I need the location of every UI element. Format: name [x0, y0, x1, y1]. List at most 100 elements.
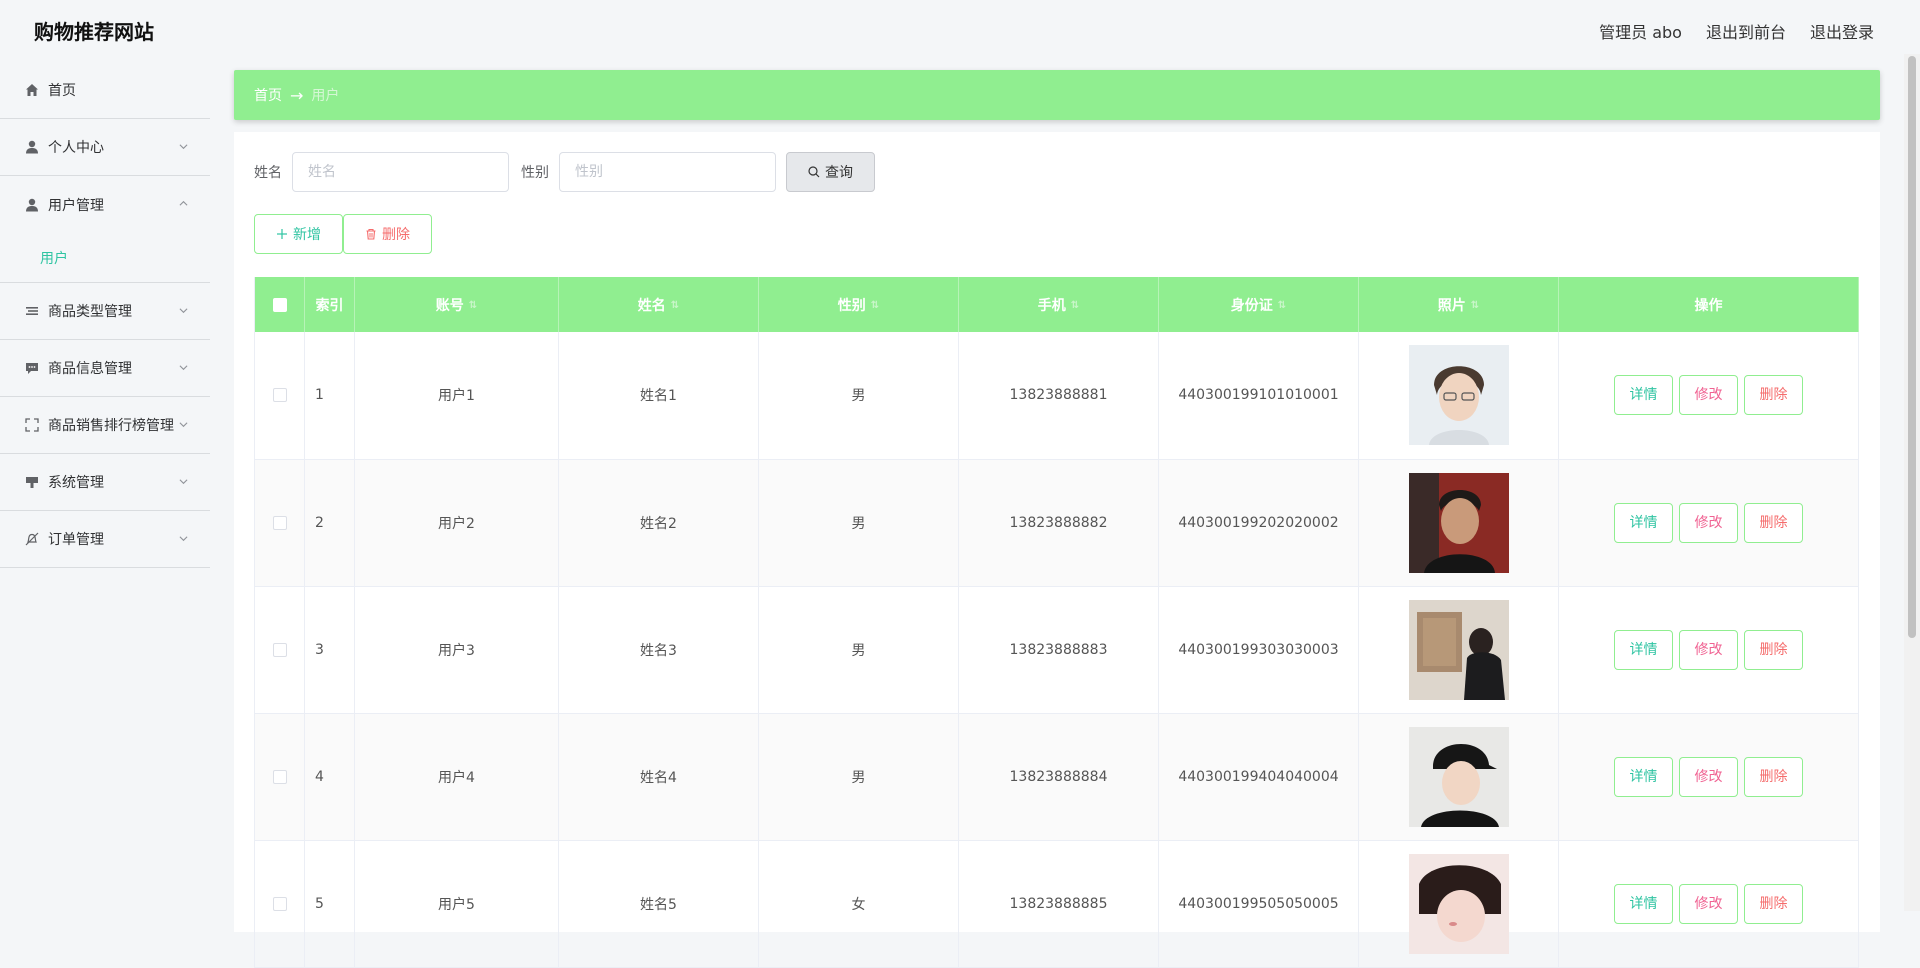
name-search-input[interactable] — [292, 152, 509, 192]
header-name[interactable]: 姓名 ⇅ — [558, 277, 759, 332]
batch-delete-button[interactable]: 删除 — [343, 214, 432, 254]
logout-link[interactable]: 退出登录 — [1810, 19, 1874, 43]
sidebar-item-product-info-management[interactable]: 商品信息管理 — [0, 340, 210, 397]
header-id-card-label: 身份证 — [1230, 297, 1273, 314]
trash-icon — [366, 228, 376, 240]
query-button-label: 查询 — [825, 165, 853, 181]
sidebar-item-label: 订单管理 — [48, 532, 104, 548]
delete-button[interactable]: 删除 — [1744, 756, 1803, 797]
content-panel: 姓名 性别 查询 新增 删除 — [234, 132, 1880, 967]
row-phone: 13823888881 — [958, 332, 1159, 459]
breadcrumb-home[interactable]: 首页 — [254, 85, 282, 105]
delete-button[interactable]: 删除 — [1744, 375, 1803, 416]
breadcrumb-current: 用户 — [311, 88, 340, 104]
scrollbar-thumb[interactable] — [1908, 56, 1916, 638]
site-title: 购物推荐网站 — [34, 20, 154, 44]
row-gender: 男 — [758, 459, 959, 586]
sort-icon[interactable]: ⇅ — [1071, 300, 1079, 311]
chat-icon — [24, 360, 40, 376]
row-checkbox[interactable] — [272, 769, 287, 784]
chevron-down-icon — [179, 365, 188, 371]
row-index: 1 — [304, 332, 355, 459]
row-checkbox[interactable] — [272, 896, 287, 911]
sidebar-item-order-management[interactable]: 订单管理 — [0, 511, 210, 568]
row-index: 5 — [304, 840, 355, 967]
row-account: 用户4 — [354, 713, 559, 840]
sort-icon[interactable]: ⇅ — [671, 300, 679, 311]
sidebar-item-label: 用户管理 — [48, 197, 104, 214]
header-account[interactable]: 账号 ⇅ — [354, 277, 559, 332]
table-header-row: 索引 账号 ⇅ 姓名 ⇅ 性别 ⇅ 手机 ⇅ 身份证 ⇅ 照片 ⇅ 操作 — [254, 277, 1859, 332]
sort-icon[interactable]: ⇅ — [1278, 300, 1286, 311]
fullscreen-icon — [24, 417, 40, 433]
row-phone: 13823888883 — [958, 586, 1159, 713]
sidebar-subitem-users[interactable]: 用户 — [0, 233, 210, 283]
sidebar-item-label: 商品销售排行榜管理 — [48, 418, 174, 434]
add-button[interactable]: 新增 — [254, 214, 343, 254]
edit-button[interactable]: 修改 — [1679, 883, 1738, 924]
breadcrumb-separator: → — [290, 85, 304, 105]
plus-icon — [277, 229, 287, 239]
user-photo[interactable] — [1408, 726, 1509, 827]
edit-button[interactable]: 修改 — [1679, 375, 1738, 416]
sidebar-item-product-type-management[interactable]: 商品类型管理 — [0, 283, 210, 340]
sort-icon[interactable]: ⇅ — [469, 300, 477, 311]
row-account: 用户5 — [354, 840, 559, 967]
gender-search-input[interactable] — [559, 152, 776, 192]
select-all-checkbox[interactable] — [272, 297, 287, 312]
user-photo[interactable] — [1408, 599, 1509, 700]
sidebar-item-personal-center[interactable]: 个人中心 — [0, 119, 210, 176]
row-gender: 女 — [758, 840, 959, 967]
chevron-down-icon — [179, 536, 188, 542]
sidebar-item-label: 个人中心 — [48, 140, 104, 156]
sort-icon[interactable]: ⇅ — [1471, 300, 1479, 311]
stamp-icon — [24, 474, 40, 490]
main-content: 首页 → 用户 姓名 性别 查询 新增 删除 — [234, 70, 1880, 967]
header-photo[interactable]: 照片 ⇅ — [1358, 277, 1559, 332]
detail-button[interactable]: 详情 — [1614, 502, 1673, 543]
delete-button[interactable]: 删除 — [1744, 502, 1803, 543]
user-photo[interactable] — [1408, 853, 1509, 954]
sidebar-item-home[interactable]: 首页 — [0, 62, 210, 119]
user-icon — [24, 197, 40, 213]
sidebar-item-sales-ranking-management[interactable]: 商品销售排行榜管理 — [0, 397, 210, 454]
user-photo[interactable] — [1408, 345, 1509, 446]
row-id-card: 440300199505050005 — [1158, 840, 1359, 967]
list-icon — [24, 303, 40, 319]
page-scrollbar[interactable] — [1904, 54, 1920, 911]
row-actions: 详情 修改 删除 — [1558, 459, 1859, 586]
sidebar-item-system-management[interactable]: 系统管理 — [0, 454, 210, 511]
row-checkbox[interactable] — [272, 388, 287, 403]
row-gender: 男 — [758, 586, 959, 713]
header-gender[interactable]: 性别 ⇅ — [758, 277, 959, 332]
row-phone: 13823888882 — [958, 459, 1159, 586]
name-label: 姓名 — [254, 165, 282, 181]
detail-button[interactable]: 详情 — [1614, 375, 1673, 416]
sidebar: 首页 个人中心 用户管理 用户 商品类型管理 商品信息管理 商品销售排行榜管理 — [0, 62, 210, 911]
user-photo[interactable] — [1408, 472, 1509, 573]
edit-button[interactable]: 修改 — [1679, 756, 1738, 797]
row-checkbox[interactable] — [272, 642, 287, 657]
header-id-card[interactable]: 身份证 ⇅ — [1158, 277, 1359, 332]
detail-button[interactable]: 详情 — [1614, 629, 1673, 670]
delete-button[interactable]: 删除 — [1744, 883, 1803, 924]
row-phone: 13823888884 — [958, 713, 1159, 840]
row-index: 4 — [304, 713, 355, 840]
front-link[interactable]: 退出到前台 — [1706, 19, 1786, 43]
query-button[interactable]: 查询 — [786, 152, 875, 192]
chevron-up-icon — [179, 200, 188, 206]
row-gender: 男 — [758, 713, 959, 840]
header-gender-label: 性别 — [837, 297, 866, 314]
row-checkbox[interactable] — [272, 515, 287, 530]
detail-button[interactable]: 详情 — [1614, 883, 1673, 924]
delete-button[interactable]: 删除 — [1744, 629, 1803, 670]
chevron-down-icon — [179, 479, 188, 485]
sort-icon[interactable]: ⇅ — [871, 300, 879, 311]
user-icon — [24, 139, 40, 155]
header-phone[interactable]: 手机 ⇅ — [958, 277, 1159, 332]
detail-button[interactable]: 详情 — [1614, 756, 1673, 797]
sidebar-item-user-management[interactable]: 用户管理 — [0, 176, 210, 233]
edit-button[interactable]: 修改 — [1679, 502, 1738, 543]
breadcrumb: 首页 → 用户 — [234, 70, 1880, 120]
edit-button[interactable]: 修改 — [1679, 629, 1738, 670]
